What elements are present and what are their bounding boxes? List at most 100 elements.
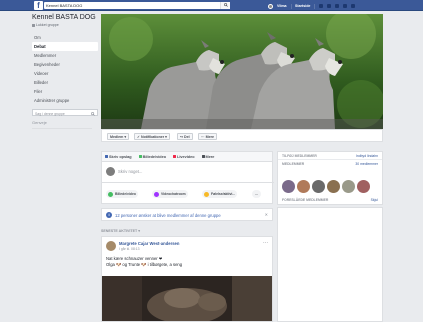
sidebar-item-files[interactable]: Filer <box>32 87 98 96</box>
group-menu: Om Debat Medlemmer Begivenheder Videoer … <box>32 33 98 105</box>
tab-more[interactable]: Mere <box>201 154 215 159</box>
profile-avatar[interactable] <box>268 3 273 9</box>
members-count-link[interactable]: 30 medlemmer <box>355 162 378 166</box>
profile-link[interactable]: Vilma <box>277 4 287 8</box>
pending-members-notice[interactable]: i 12 personer ønsker at blive medlemmer … <box>101 208 273 221</box>
composer-placeholder: Skriv noget... <box>118 169 143 174</box>
avatar[interactable] <box>297 180 310 193</box>
help-icon[interactable] <box>342 4 347 8</box>
top-nav-links: Vilma Startside <box>268 3 355 9</box>
messages-icon[interactable] <box>326 4 331 8</box>
sidebar-item-members[interactable]: Medlemmer <box>32 51 98 60</box>
search-button[interactable] <box>220 2 230 9</box>
sidebar-item-discussion[interactable]: Debat <box>32 42 98 51</box>
avatar[interactable] <box>106 241 116 251</box>
top-navigation-bar: f Kennel BASTA DOG Vilma Startside <box>0 0 423 11</box>
group-type-label: Lukket gruppe <box>36 23 59 27</box>
post-photo[interactable] <box>102 276 272 321</box>
group-sidebar: Kennel BASTA DOG Lukket gruppe Om Debat … <box>32 14 98 129</box>
close-icon[interactable]: ✕ <box>265 212 268 217</box>
group-action-bar: Medlem ▾ ✓ Notifikationer ▾ ↪ Del ··· Me… <box>101 129 383 142</box>
post-author[interactable]: Margrete Cajar West-andersen <box>119 241 179 246</box>
lock-icon <box>32 23 35 27</box>
post-text-line: Olga 🐶 og Trunte 🐶 i tilbørgete, a seng <box>106 262 183 267</box>
live-video-icon <box>173 155 177 158</box>
tab-label: Livevideo <box>177 154 195 159</box>
sidebar-item-events[interactable]: Begivenheder <box>32 60 98 69</box>
more-label: Mere <box>205 135 214 139</box>
tab-write-post[interactable]: Skriv opslag <box>105 155 132 159</box>
hide-suggestions-link[interactable]: Skjul <box>371 198 378 202</box>
search-icon <box>91 111 95 116</box>
member-button[interactable]: Medlem ▾ <box>107 133 130 140</box>
avatar[interactable] <box>327 180 340 193</box>
photo-icon <box>108 191 113 197</box>
option-photo-video[interactable]: Billede/video <box>106 190 138 198</box>
search-value: Kennel BASTA DOG <box>46 3 83 8</box>
composer-options: Billede/video Videochatroom Følelse/akti… <box>102 182 274 204</box>
pencil-icon <box>105 155 108 158</box>
tab-live-video[interactable]: Livevideo <box>173 155 195 159</box>
home-link[interactable]: Startside <box>295 4 310 8</box>
avatar[interactable] <box>342 180 355 193</box>
post-timestamp[interactable]: I går kl. 08:13 <box>119 247 140 251</box>
tab-label: Billede/video <box>142 154 167 159</box>
members-box: TILFØJ MEDLEMMER Indbyd lindahn MEDLEMME… <box>277 151 383 205</box>
sidebar-item-videos[interactable]: Videoer <box>32 69 98 78</box>
share-button[interactable]: ↪ Del <box>177 133 193 140</box>
group-name[interactable]: Kennel BASTA DOG <box>32 14 98 22</box>
sidebar-item-photos[interactable]: Billeder <box>32 78 98 87</box>
composer-tabs: Skriv opslag Billede/video Livevideo Mer… <box>102 152 272 162</box>
cover-image <box>101 14 383 129</box>
nav-divider <box>314 3 315 9</box>
notice-text[interactable]: 12 personer ønsker at blive medlemmer af… <box>115 213 221 218</box>
option-label: ... <box>255 192 258 196</box>
avatar[interactable] <box>357 180 370 193</box>
option-label: Videochatroom <box>161 192 186 196</box>
share-label: Del <box>184 135 190 139</box>
group-search-placeholder: Søg i denne gruppe <box>35 111 65 116</box>
group-cover-photo[interactable] <box>101 14 383 129</box>
tab-label: Mere <box>205 154 215 159</box>
option-more[interactable]: ... <box>252 190 261 198</box>
avatar[interactable] <box>282 180 295 193</box>
add-members-header: TILFØJ MEDLEMMER Indbyd lindahn <box>278 152 382 160</box>
sidebar-item-manage-group[interactable]: Administrer gruppe <box>32 96 98 105</box>
group-privacy: Lukket gruppe <box>32 23 98 27</box>
nav-divider <box>290 3 292 9</box>
tab-photo-video[interactable]: Billede/video <box>138 154 167 159</box>
post-composer: Skriv opslag Billede/video Livevideo Mer… <box>101 151 274 204</box>
feed-post: Margrete Cajar West-andersen I går kl. 0… <box>101 236 273 322</box>
suggested-members-box <box>277 207 383 322</box>
global-search-input[interactable]: Kennel BASTA DOG <box>44 2 230 9</box>
member-avatars <box>282 180 370 193</box>
search-icon <box>224 3 228 7</box>
add-members-title: TILFØJ MEDLEMMER <box>282 154 317 158</box>
recent-activity-heading[interactable]: SENESTE AKTIVITET ▾ <box>101 229 140 233</box>
avatar[interactable] <box>312 180 325 193</box>
more-button[interactable]: ··· Mere <box>198 133 217 140</box>
notifications-label: Notifikationer <box>141 135 165 139</box>
post-image <box>102 276 272 321</box>
recent-activity-label: SENESTE AKTIVITET <box>101 229 138 233</box>
members-label: MEDLEMMER <box>282 162 305 166</box>
account-menu-icon[interactable] <box>350 4 355 8</box>
composer-body[interactable]: Skriv noget... <box>102 162 272 180</box>
post-text-line: Nat kære schnauzer venner ❤ <box>106 256 163 261</box>
notifications-icon[interactable] <box>334 4 339 8</box>
notifications-button[interactable]: ✓ Notifikationer ▾ <box>134 133 170 140</box>
facebook-logo-icon[interactable]: f <box>34 1 43 10</box>
invite-link[interactable]: Indbyd lindahn <box>356 154 378 158</box>
sidebar-item-about[interactable]: Om <box>32 33 98 42</box>
option-feeling-activity[interactable]: Følelse/aktivi... <box>202 190 238 198</box>
option-video-chat[interactable]: Videochatroom <box>152 190 188 198</box>
friend-requests-icon[interactable] <box>318 4 323 8</box>
suggested-members-heading: FORESLÅEDE MEDLEMMER <box>282 198 329 202</box>
option-label: Billede/video <box>115 192 136 196</box>
option-label: Følelse/aktivi... <box>211 192 236 196</box>
members-header: MEDLEMMER 30 medlemmer <box>278 160 382 168</box>
member-label: Medlem <box>110 135 124 139</box>
group-search-input[interactable]: Søg i denne gruppe <box>32 109 98 116</box>
post-options-icon[interactable]: ··· <box>263 240 268 246</box>
video-chat-icon <box>154 191 159 197</box>
